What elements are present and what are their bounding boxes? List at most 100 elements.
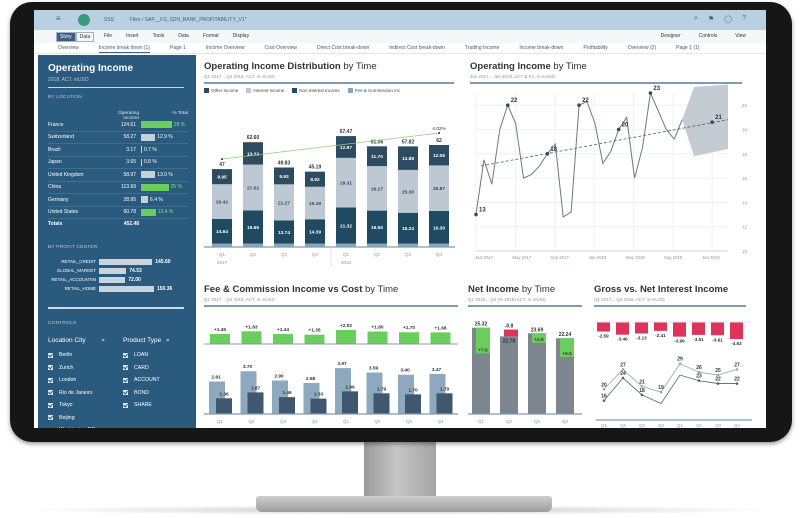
tab-income-break-down[interactable]: Income break-down <box>519 43 563 53</box>
filter-option-label: BOND <box>134 389 149 396</box>
chat-icon[interactable]: ◯ <box>724 15 732 23</box>
tab-page-1-1-[interactable]: Page 1 (1) <box>676 43 699 53</box>
checkbox-checked[interactable] <box>48 352 53 358</box>
tab-cost-overview[interactable]: Cost Overview <box>264 43 297 53</box>
total-label: 45.19 <box>309 165 322 171</box>
checkbox-checked[interactable] <box>123 377 128 383</box>
x-tick-label: May 2018 <box>626 255 645 260</box>
tab-indirect-cost-break-down[interactable]: Indirect Cost break-down <box>389 43 445 53</box>
profit-center-row[interactable]: GLOBAL_MARKET 74.53 <box>48 266 188 275</box>
data-point <box>602 399 606 402</box>
toolbar-controls-button[interactable]: Controls <box>699 33 718 39</box>
checkbox-checked[interactable] <box>123 365 128 371</box>
data-label: 27.02 <box>247 185 259 191</box>
tab-overview[interactable]: Overview <box>58 43 79 53</box>
hamburger-menu-icon[interactable]: ≡ <box>56 15 61 23</box>
product-type-filter: Product Type ⌕ LOAN CARD ACCOUNT BOND SHARE <box>123 337 170 412</box>
data-label: 26 <box>696 365 702 371</box>
delta-label: +7.5 <box>478 347 488 353</box>
tab-trading-income[interactable]: Trading Income <box>465 43 500 53</box>
filter-option[interactable]: BOND <box>123 387 170 400</box>
toolbar-designer-button[interactable]: Designer <box>661 33 681 39</box>
data-label: 20 <box>622 122 629 128</box>
table-row[interactable]: United States 60.78 13.4 % <box>48 207 188 219</box>
filter-option[interactable]: CARD <box>123 362 170 375</box>
filter-option[interactable]: ACCOUNT <box>123 374 170 387</box>
tab-profitability[interactable]: Profitability <box>583 43 607 53</box>
monitor-frame: ≡ SSS Files / SAP__FS_SDN_BANK_PROFITABI… <box>10 2 792 442</box>
location-name: Switzerland <box>48 134 74 141</box>
filter-option[interactable]: SHARE <box>123 399 170 412</box>
variance-label: +1.68 <box>434 325 446 331</box>
checkbox-checked[interactable] <box>48 377 53 383</box>
menu-format[interactable]: Format <box>203 33 219 39</box>
checkbox-checked[interactable] <box>48 402 53 408</box>
location-table: Operating Income % Total France 124.61 28 … <box>48 111 188 229</box>
tab-direct-cost-break-down[interactable]: Direct Cost break-down <box>317 43 369 53</box>
breadcrumb[interactable]: Files / SAP__FS_SDN_BANK_PROFITABILITY_V… <box>130 17 247 23</box>
checkbox-checked[interactable] <box>48 390 53 396</box>
table-row[interactable]: France 124.61 28 % <box>48 119 188 132</box>
tab-page-1[interactable]: Page 1 <box>170 43 186 53</box>
data-label: 13.22 <box>247 151 259 157</box>
profit-center-row[interactable]: RETAIL_ACCOUNTIN 72.00 <box>48 275 188 284</box>
story-toggle[interactable]: Story <box>56 32 76 42</box>
help-icon[interactable]: ? <box>742 15 746 23</box>
data-point <box>697 379 701 383</box>
filter-option[interactable]: Beijing <box>48 412 105 425</box>
checkbox-checked[interactable] <box>48 415 53 421</box>
search-icon[interactable]: ⌕ <box>166 337 170 344</box>
tab-income-overview[interactable]: Income Overview <box>206 43 245 53</box>
checkbox-checked[interactable] <box>123 390 128 396</box>
x-tick-label: Q4 <box>658 423 664 428</box>
checkbox-checked[interactable] <box>123 352 128 358</box>
trend-point <box>221 158 223 161</box>
table-row[interactable]: United Kingdom 58.97 13.0 % <box>48 169 188 182</box>
search-icon[interactable]: ⌕ <box>694 15 698 23</box>
table-row[interactable]: Brazil 3.17 0.7 % <box>48 144 188 157</box>
filter-option[interactable]: Washington DC <box>48 424 105 428</box>
table-row[interactable]: Switzerland 58.27 12.9 % <box>48 132 188 144</box>
checkbox-checked[interactable] <box>123 402 128 408</box>
net-income-chart: 25.32 +7.5 Q1 -0.8 22.78 Q2 23.69 +2.8 Q3 22.24 +5… <box>468 322 582 424</box>
notifications-icon[interactable]: ⚑ <box>708 15 714 23</box>
data-toggle[interactable]: Data <box>75 32 95 42</box>
tab-overview-2-[interactable]: Overview (2) <box>628 43 656 53</box>
table-row[interactable]: China 113.69 25 % <box>48 182 188 194</box>
filter-option[interactable]: Tokyo <box>48 399 105 412</box>
filter-option[interactable]: Zurich <box>48 362 105 375</box>
filter-option-label: Berlin <box>59 352 73 359</box>
filter-option[interactable]: LOAN <box>123 349 170 362</box>
filter-option[interactable]: Berlin <box>48 349 105 362</box>
profit-center-row[interactable]: RETAIL_CREDIT 145.60 <box>48 257 188 266</box>
checkbox-checked[interactable] <box>48 365 53 371</box>
x-tick-label: Q4 <box>437 419 444 424</box>
total-label: 62 <box>436 138 442 144</box>
operating-income-value: 113.69 <box>121 184 136 191</box>
menu-display[interactable]: Display <box>233 33 249 39</box>
profit-center-row[interactable]: RETAIL_HOME 150.36 <box>48 284 188 293</box>
menu-data[interactable]: Data <box>178 33 189 39</box>
x-tick-label: Q3 <box>639 423 645 428</box>
menu-file[interactable]: File <box>104 33 112 39</box>
x-tick-label: Q3 <box>534 419 541 424</box>
filter-option[interactable]: Rio de Janeiro <box>48 387 105 400</box>
menu-insert[interactable]: Insert <box>126 33 139 39</box>
delta-label: +5.5 <box>562 351 572 357</box>
data-label: 14.39 <box>309 229 321 235</box>
percent-bar <box>141 183 169 191</box>
data-label: 21.27 <box>278 200 290 206</box>
table-row[interactable]: Japan 3.65 0.8 % <box>48 157 188 169</box>
toolbar-view-button[interactable]: View <box>735 33 746 39</box>
op-income-by-time-chart: 10 12 14 16 18 20 22 13 22 18 22 20 23 21 Jan 2017 May … <box>474 84 748 260</box>
filter-option[interactable]: London <box>48 374 105 387</box>
series-line <box>475 91 683 218</box>
menu-tools[interactable]: Tools <box>153 33 165 39</box>
x-tick-label: Q1 <box>601 423 607 428</box>
table-row[interactable]: Germany 28.95 6.4 % <box>48 194 188 207</box>
search-icon[interactable]: ⌕ <box>101 337 105 344</box>
variance-bar <box>241 331 262 344</box>
data-label: 19.30 <box>433 225 445 231</box>
tab-income-break-down-1-[interactable]: Income break down (1) <box>98 43 150 53</box>
avatar[interactable] <box>78 14 90 26</box>
